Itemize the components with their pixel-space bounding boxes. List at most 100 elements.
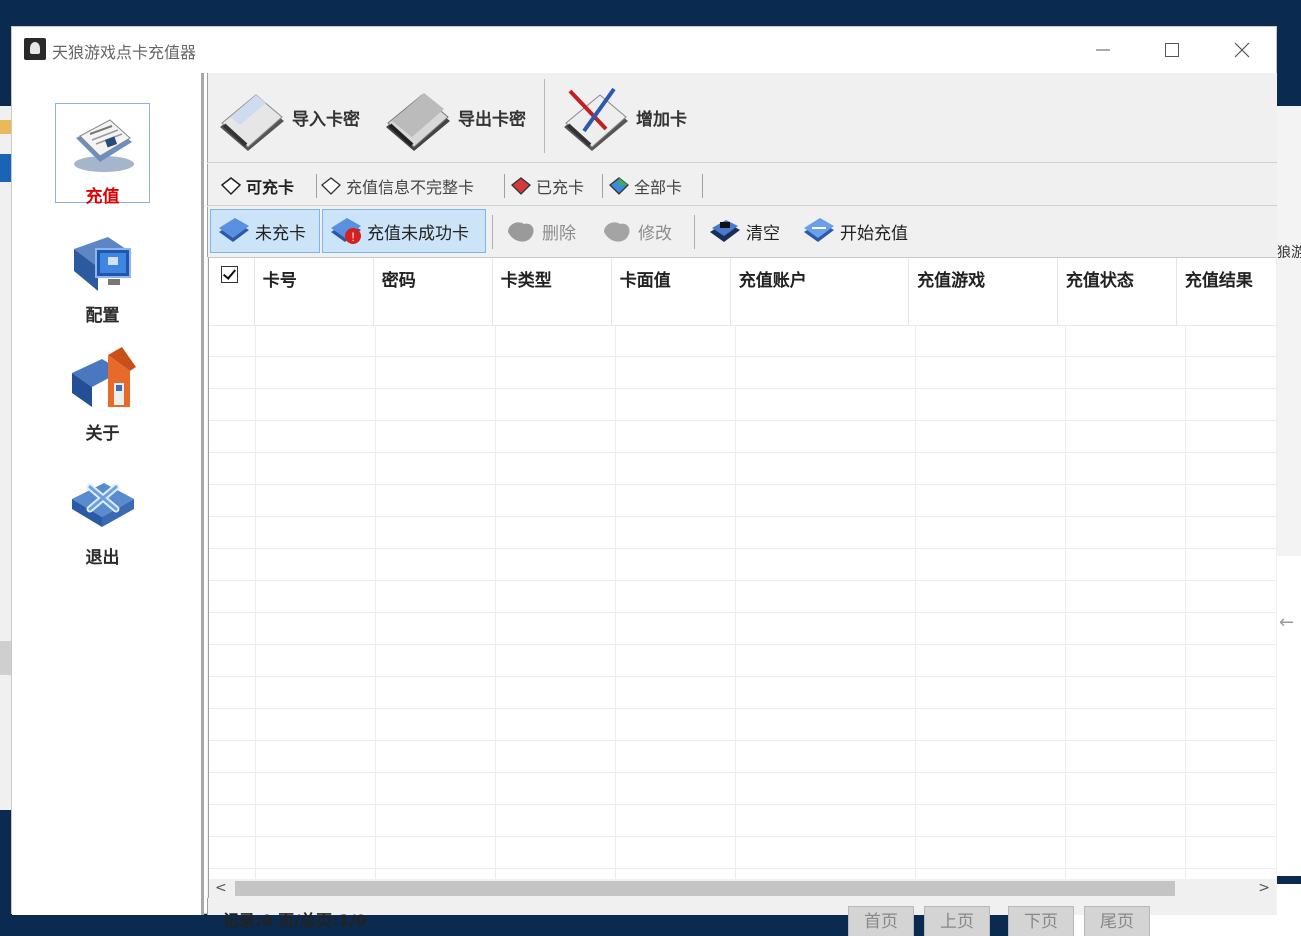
tab-label: 全部卡 [634, 178, 683, 197]
exit-x-icon [68, 469, 138, 539]
column-header[interactable]: 充值账户 [731, 258, 910, 326]
column-header[interactable]: 充值游戏 [909, 258, 1058, 326]
edit-button[interactable]: 修改 [594, 209, 672, 253]
failed-cards-button[interactable]: ! 充值未成功卡 [322, 209, 486, 253]
grid-line [255, 326, 256, 879]
tab-all-cards[interactable]: 全部卡 [608, 172, 682, 200]
export-cards-label: 导出卡密 [458, 109, 526, 130]
grid-line [209, 420, 1276, 421]
grid-line [209, 484, 1276, 485]
prev-page-button[interactable]: 上页 [924, 906, 990, 936]
sidebar-item-recharge[interactable]: 充值 [55, 103, 150, 207]
action-toolbar: 未充卡 ! 充值未成功卡 删除 修改 清空 开始充值 [207, 207, 1277, 257]
minimize-button[interactable] [1080, 35, 1126, 65]
grid-line [209, 868, 1276, 869]
main-panel: 导入卡密 导出卡密 增加卡 可充卡 充值信息不完整卡 已充卡 全部卡 未充卡 !… [207, 73, 1277, 936]
last-page-button[interactable]: 尾页 [1084, 906, 1150, 936]
uncharged-cards-button[interactable]: 未充卡 [210, 209, 320, 253]
import-cards-button[interactable]: 导入卡密 [216, 79, 360, 155]
tab-label: 可充卡 [246, 178, 295, 197]
start-recharge-button[interactable]: 开始充值 [796, 209, 908, 253]
desktop-folder-fragment [0, 120, 11, 134]
tab-charged-cards[interactable]: 已充卡 [510, 172, 584, 200]
tab-label: 已充卡 [536, 178, 585, 197]
grid-line [1185, 326, 1186, 879]
grid-line [209, 356, 1276, 357]
desktop-panel-fragment [0, 641, 11, 675]
scroll-left-icon[interactable]: < [215, 879, 227, 898]
column-header[interactable]: 卡号 [255, 258, 374, 326]
column-header[interactable]: 充值状态 [1058, 258, 1177, 326]
tab-separator [504, 174, 505, 198]
edit-icon [600, 216, 634, 246]
sidebar-item-label: 关于 [85, 424, 120, 444]
red-diamond-icon [510, 175, 532, 197]
add-card-button[interactable]: 增加卡 [560, 79, 687, 155]
filter-tabs: 可充卡 充值信息不完整卡 已充卡 全部卡 [207, 164, 1277, 206]
column-header[interactable]: 卡面值 [612, 258, 731, 326]
column-header[interactable]: 密码 [374, 258, 493, 326]
export-document-icon [382, 81, 454, 153]
delete-label: 删除 [542, 223, 576, 244]
clear-icon [708, 216, 742, 246]
toolbar-separator [694, 215, 695, 249]
import-cards-label: 导入卡密 [292, 109, 360, 130]
export-cards-button[interactable]: 导出卡密 [382, 79, 526, 155]
horizontal-scrollbar[interactable]: < > [208, 879, 1276, 898]
edit-label: 修改 [638, 223, 672, 244]
sidebar: 充值 配置 关于 退出 [12, 73, 204, 915]
next-page-button[interactable]: 下页 [1008, 906, 1074, 936]
sidebar-item-about[interactable]: 关于 [55, 341, 150, 444]
sidebar-item-label: 退出 [85, 548, 120, 568]
grid-line [209, 740, 1276, 741]
column-header[interactable]: 卡类型 [493, 258, 612, 326]
tab-separator [702, 174, 703, 198]
tab-incomplete-info-cards[interactable]: 充值信息不完整卡 [320, 172, 474, 200]
table-header: 卡号 密码 卡类型 卡面值 充值账户 充值游戏 充值状态 充值结果 [209, 258, 1276, 326]
grid-line [495, 326, 496, 879]
add-card-label: 增加卡 [636, 109, 687, 130]
delete-icon [504, 216, 538, 246]
maximize-icon [1165, 43, 1179, 57]
maximize-button[interactable] [1149, 35, 1195, 65]
house-icon [68, 345, 138, 415]
first-page-button[interactable]: 首页 [848, 906, 914, 936]
table-body[interactable] [209, 326, 1276, 879]
desktop-app-fragment [0, 154, 11, 182]
grid-line [209, 452, 1276, 453]
grid-line [915, 326, 916, 879]
tab-chargeable-cards[interactable]: 可充卡 [220, 172, 294, 200]
grid-line [209, 644, 1276, 645]
import-document-icon [216, 81, 288, 153]
sidebar-item-label: 配置 [85, 306, 120, 326]
grid-line [209, 772, 1276, 773]
top-toolbar: 导入卡密 导出卡密 增加卡 [207, 73, 1277, 163]
delete-button[interactable]: 删除 [498, 209, 576, 253]
clear-button[interactable]: 清空 [702, 209, 780, 253]
wolf-app-icon [24, 38, 46, 60]
toolbar-separator [544, 79, 545, 153]
scroll-right-icon[interactable]: > [1258, 879, 1270, 898]
grid-line [209, 516, 1276, 517]
select-all-cell [209, 258, 255, 326]
close-button[interactable] [1219, 35, 1265, 65]
status-bar: 记录:0 页/总页:1/0 首页 上页 下页 尾页 [207, 898, 1277, 936]
start-recharge-icon [802, 216, 836, 246]
add-card-pen-icon [560, 81, 632, 153]
select-all-checkbox[interactable] [221, 266, 238, 283]
grid-line [1065, 326, 1066, 879]
minimize-icon [1096, 49, 1110, 51]
grid-line [375, 326, 376, 879]
column-header[interactable]: 充值结果 [1177, 258, 1276, 326]
colorful-diamond-icon [608, 175, 630, 197]
failed-cards-label: 充值未成功卡 [367, 223, 469, 244]
tab-separator [602, 174, 603, 198]
sidebar-item-config[interactable]: 配置 [55, 223, 150, 326]
grid-line [209, 836, 1276, 837]
grid-line [209, 676, 1276, 677]
title-bar[interactable]: 天狼游戏点卡充值器 [12, 27, 1276, 73]
monitor-config-icon [68, 227, 138, 297]
scroll-thumb[interactable] [235, 881, 1175, 896]
sidebar-item-exit[interactable]: 退出 [55, 465, 150, 568]
close-icon [1234, 42, 1250, 58]
